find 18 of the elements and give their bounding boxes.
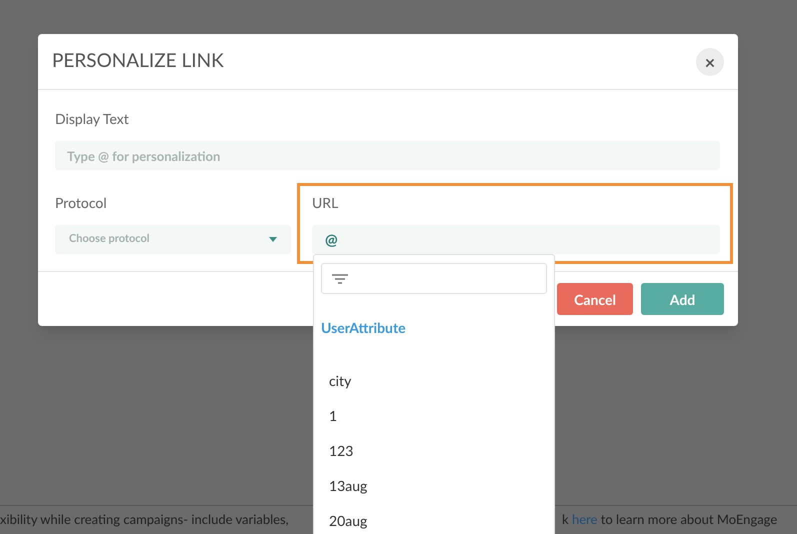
field-label: URL	[312, 193, 340, 213]
caret-icon	[269, 237, 277, 242]
attribute-option[interactable]: city	[321, 363, 547, 398]
group-heading: UserAttribute	[321, 318, 407, 338]
background-text: k here to learn more about MoEngage	[562, 510, 778, 530]
display-text-field[interactable]: Type @ for personalization	[55, 141, 720, 170]
background-text: xibility while creating campaigns- include variables,	[0, 510, 290, 530]
dialog-title: PERSONALIZE LINK	[52, 48, 224, 74]
filter-field[interactable]	[321, 263, 547, 294]
close-button[interactable]: ×	[696, 48, 724, 76]
attribute-option[interactable]: 20aug	[321, 503, 547, 534]
filter-icon	[332, 274, 348, 284]
field-label: Display Text	[55, 109, 130, 129]
attribute-option[interactable]: 1	[321, 398, 547, 433]
url-field[interactable]: @	[312, 225, 720, 254]
attribute-option[interactable]: 13aug	[321, 468, 547, 503]
attribute-option[interactable]: 123	[321, 433, 547, 468]
field-label: Protocol	[55, 193, 108, 213]
